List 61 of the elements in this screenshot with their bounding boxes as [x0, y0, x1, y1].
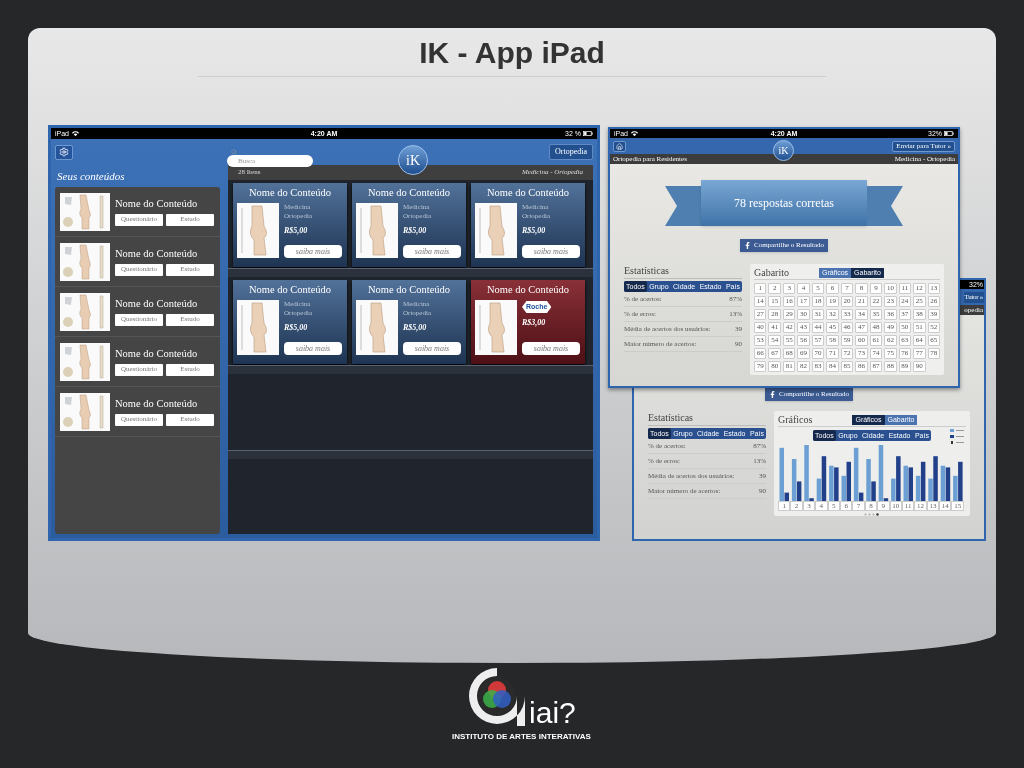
content-title: Nome do Conteúdo [115, 197, 199, 210]
card-price: R$5,00 [403, 322, 428, 334]
bones-illustration [60, 242, 110, 281]
card-price: R$5,00 [522, 225, 547, 237]
more-button[interactable]: saiba mais [403, 245, 461, 258]
knee-illustration [237, 203, 279, 258]
wifi-icon [72, 131, 79, 136]
bones-illustration [60, 192, 110, 231]
chart-legend-drawing [950, 429, 964, 445]
settings-icon [59, 147, 69, 157]
card-price: R$5,00 [403, 225, 428, 237]
knee-illustration [237, 300, 279, 355]
app-logo: iK [398, 145, 428, 175]
card-title: Nome do Conteúdo [485, 186, 571, 200]
page-dots-icon [864, 513, 880, 516]
content-title: Nome do Conteúdo [115, 347, 199, 360]
bones-illustration [60, 342, 110, 381]
logo-caption: INSTITUTO DE ARTES INTERATIVAS [452, 731, 591, 743]
sidebar-title: Seus conteúdos [56, 169, 126, 184]
more-button[interactable]: saiba mais [403, 342, 461, 355]
category-button[interactable]: Ortopedia [549, 144, 593, 160]
settings-button[interactable] [55, 144, 73, 160]
knee-illustration [475, 300, 517, 355]
content-title: Nome do Conteúdo [115, 397, 199, 410]
knee-illustration [356, 203, 398, 258]
card-title: Nome do Conteúdo [247, 186, 333, 200]
bones-illustration [60, 292, 110, 331]
card-title: Nome do Conteúdo [366, 283, 452, 297]
section-title: Gabarito [754, 267, 789, 278]
card-price: R$3,00 [522, 317, 547, 329]
more-button[interactable]: saiba mais [284, 245, 342, 258]
content-title: Nome do Conteúdo [115, 297, 199, 310]
facebook-icon [769, 391, 776, 398]
card-title: Nome do Conteúdo [485, 283, 571, 297]
bones-illustration [60, 392, 110, 431]
card-price: R$5,00 [284, 322, 309, 334]
card-title: Nome do Conteúdo [366, 186, 452, 200]
section-title: Gráficos [778, 414, 813, 425]
wifi-icon [631, 131, 638, 136]
ribbon-tail-drawing [665, 186, 701, 226]
more-button[interactable]: saiba mais [522, 342, 580, 355]
result-banner: 78 respostas corretas [701, 180, 867, 226]
more-button[interactable]: saiba mais [522, 245, 580, 258]
section-title: Estatísticas [624, 264, 742, 279]
knee-illustration [475, 203, 517, 258]
battery-icon [583, 131, 593, 136]
card-title: Nome do Conteúdo [247, 283, 333, 297]
section-title: Estatísticas [648, 411, 766, 426]
slide-title: IK - App iPad [419, 35, 605, 71]
battery-icon [944, 131, 954, 136]
color-circles-logo-icon [467, 666, 528, 728]
search-icon [231, 149, 237, 155]
facebook-icon [744, 242, 751, 249]
content-title: Nome do Conteúdo [115, 247, 199, 260]
logo-wordmark: iai? [529, 698, 576, 728]
home-icon [616, 142, 623, 150]
ribbon-tail-drawing [867, 186, 903, 226]
knee-illustration [356, 300, 398, 355]
more-button[interactable]: saiba mais [284, 342, 342, 355]
home-button[interactable] [613, 140, 626, 152]
card-price: R$5,00 [284, 225, 309, 237]
